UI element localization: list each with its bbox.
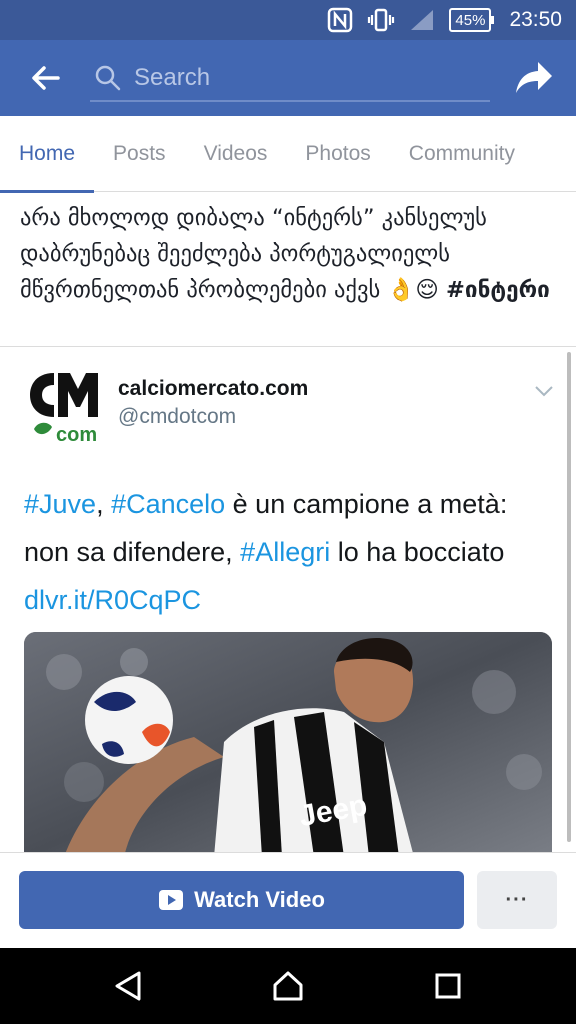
square-recents-icon (435, 973, 461, 999)
tweet-text: #Juve, #Cancelo è un campione a metà: no… (24, 480, 544, 624)
nav-back-button[interactable] (108, 966, 148, 1006)
watch-video-button[interactable]: Watch Video (19, 871, 464, 929)
svg-text:com: com (56, 424, 97, 445)
signal-icon (409, 8, 435, 32)
scrollbar[interactable] (567, 352, 571, 842)
bottom-action-bar: Watch Video ··· (0, 852, 576, 948)
account-avatar[interactable]: com (26, 365, 102, 446)
tweet-photo[interactable]: Jeep (24, 632, 552, 857)
hashtag-cancelo[interactable]: #Cancelo (111, 489, 225, 519)
account-name[interactable]: calciomercato.com (118, 377, 308, 401)
post-text: არა მხოლოდ დიბალა “ინტერს” კანსელუს დაბრ… (20, 200, 560, 308)
chevron-down-icon[interactable] (534, 383, 554, 399)
vibrate-icon (367, 7, 395, 33)
tab-home[interactable]: Home (0, 116, 95, 193)
share-button[interactable] (512, 58, 556, 98)
nav-home-button[interactable] (268, 966, 308, 1006)
search-input[interactable] (134, 64, 474, 92)
post-hashtag[interactable]: #ინტერი (446, 277, 550, 303)
tab-posts[interactable]: Posts (94, 116, 185, 192)
tab-videos[interactable]: Videos (185, 116, 287, 192)
hashtag-juve[interactable]: #Juve (24, 489, 96, 519)
nfc-icon (327, 7, 353, 33)
triangle-back-icon (115, 971, 141, 1001)
play-icon (159, 890, 184, 910)
share-icon (516, 62, 552, 93)
nav-recents-button[interactable] (428, 966, 468, 1006)
clock: 23:50 (509, 8, 562, 31)
back-arrow-icon (32, 66, 60, 90)
tab-photos[interactable]: Photos (286, 116, 389, 192)
system-nav-bar (0, 948, 576, 1024)
more-options-button[interactable]: ··· (477, 871, 557, 929)
search-bar[interactable] (90, 56, 490, 102)
status-bar: 45% 23:50 (0, 0, 576, 40)
watch-video-label: Watch Video (194, 887, 325, 912)
battery-indicator: 45% (449, 8, 495, 32)
tweet-text-part: lo ha bocciato (330, 537, 505, 567)
tweet-link[interactable]: dlvr.it/R0CqPC (24, 585, 201, 615)
back-button[interactable] (24, 60, 66, 96)
hashtag-allegri[interactable]: #Allegri (240, 537, 330, 567)
search-icon (95, 65, 121, 91)
post-body: არა მხოლოდ დიბალა “ინტერს” კანსელუს დაბრ… (20, 205, 487, 303)
tab-community[interactable]: Community (390, 116, 534, 192)
home-icon (273, 971, 303, 1001)
page-tabs: Home Posts Videos Photos Community (0, 116, 576, 193)
app-bar (0, 40, 576, 116)
account-handle[interactable]: @cmdotcom (118, 405, 236, 429)
tweet-text-part: , (96, 489, 112, 519)
